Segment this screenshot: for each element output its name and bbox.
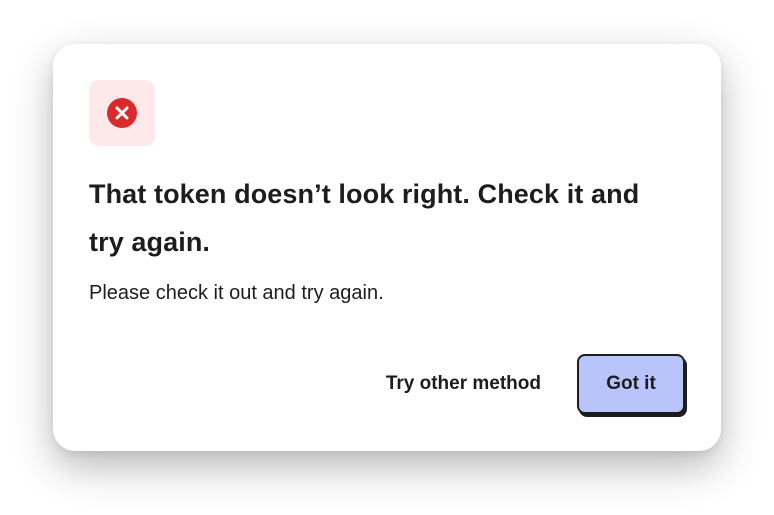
error-x-circle-icon <box>107 98 137 128</box>
dialog-actions: Try other method Got it <box>372 354 685 414</box>
try-other-method-button[interactable]: Try other method <box>372 354 555 414</box>
error-dialog: That token doesn’t look right. Check it … <box>53 44 721 451</box>
dialog-message: Please check it out and try again. <box>89 282 384 304</box>
dialog-title: That token doesn’t look right. Check it … <box>89 179 640 257</box>
got-it-button[interactable]: Got it <box>577 354 685 414</box>
error-icon-tile <box>89 80 155 146</box>
backdrop: That token doesn’t look right. Check it … <box>0 0 774 515</box>
